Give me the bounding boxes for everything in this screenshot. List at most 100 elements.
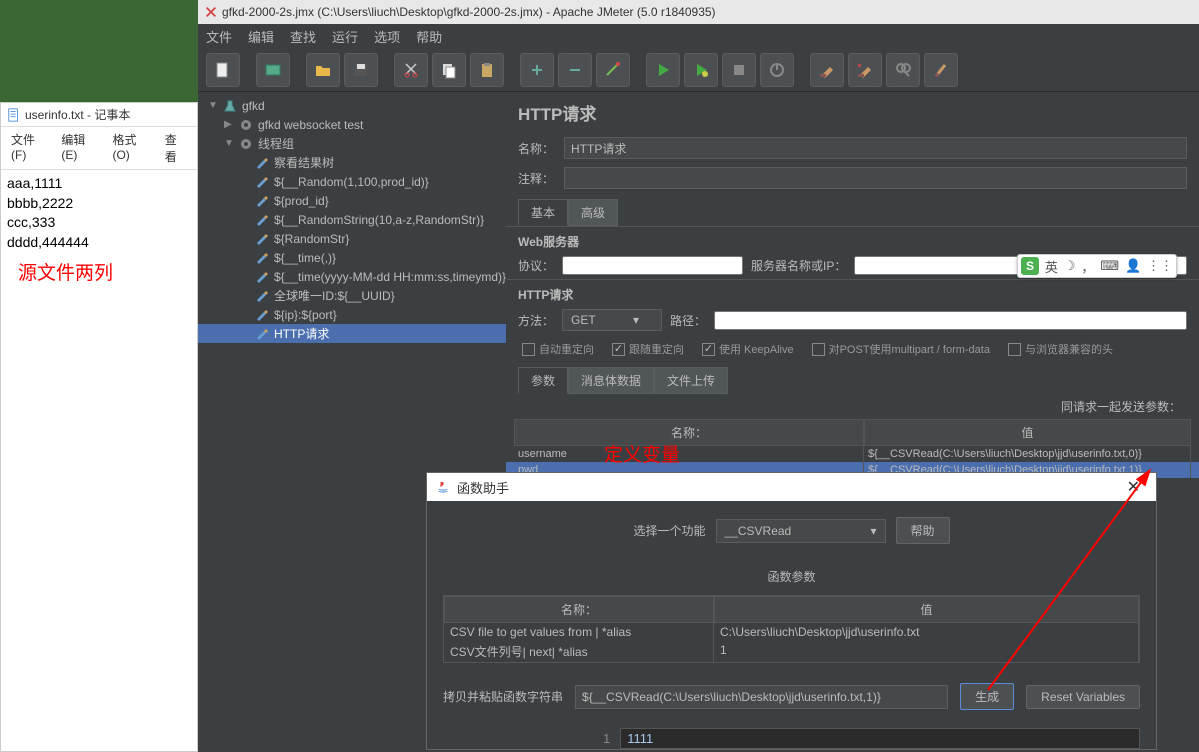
- protocol-label: 协议：: [518, 257, 554, 274]
- file-line: bbbb,2222: [7, 194, 191, 214]
- toolbar-new[interactable]: [206, 53, 240, 87]
- notepad-menu-edit[interactable]: 编辑(E): [55, 129, 104, 167]
- ime-moon-icon[interactable]: ☽: [1064, 258, 1076, 274]
- send-with-label: 同请求一起发送参数：: [506, 394, 1199, 419]
- tab-params[interactable]: 参数: [518, 367, 568, 394]
- name-input[interactable]: [564, 137, 1187, 159]
- toolbar-function[interactable]: [924, 53, 958, 87]
- dlg-th-value: 值: [714, 596, 1139, 623]
- jmeter-title-text: gfkd-2000-2s.jmx (C:\Users\liuch\Desktop…: [222, 5, 716, 19]
- method-select[interactable]: GET▾: [562, 309, 662, 331]
- toolbar-save[interactable]: [344, 53, 378, 87]
- chk-browser-header[interactable]: [1008, 343, 1021, 356]
- server-label: 服务器名称或IP：: [751, 257, 846, 274]
- menu-file[interactable]: 文件: [206, 27, 232, 46]
- ime-punct-icon[interactable]: ，: [1081, 257, 1094, 276]
- web-server-section: Web服务器: [506, 226, 1199, 252]
- toolbar-copy[interactable]: [432, 53, 466, 87]
- chk-multipart[interactable]: [812, 343, 825, 356]
- reset-button[interactable]: Reset Variables: [1026, 685, 1140, 709]
- notepad-menu-view[interactable]: 查看: [159, 129, 193, 167]
- path-input[interactable]: [714, 311, 1187, 330]
- method-label: 方法：: [518, 312, 554, 329]
- result-value: 1111: [620, 728, 1140, 749]
- tree-item[interactable]: ${__RandomString(10,a-z,RandomStr)}: [198, 210, 506, 229]
- name-label: 名称：: [518, 140, 554, 157]
- dlg-param-name[interactable]: CSV file to get values from | *alias: [444, 623, 714, 641]
- chk-auto-redirect[interactable]: [522, 343, 535, 356]
- ime-logo-icon[interactable]: S: [1021, 257, 1039, 275]
- toolbar-expand[interactable]: [520, 53, 554, 87]
- tree-item[interactable]: ${RandomStr}: [198, 229, 506, 248]
- java-icon: [435, 479, 451, 495]
- toolbar-cut[interactable]: [394, 53, 428, 87]
- toolbar-toggle[interactable]: [596, 53, 630, 87]
- tree-item[interactable]: ▼线程组: [198, 134, 506, 153]
- http-req-section: HTTP请求: [506, 279, 1199, 305]
- annotation-source-cols: 源文件两列: [18, 258, 113, 285]
- annotation-define-var: 定义变量: [604, 440, 680, 467]
- dlg-param-value[interactable]: C:\Users\liuch\Desktop\jjd\userinfo.txt: [714, 623, 1139, 641]
- menu-run[interactable]: 运行: [332, 27, 358, 46]
- tab-upload[interactable]: 文件上传: [654, 367, 728, 394]
- dlg-param-name[interactable]: CSV文件列号| next| *alias: [444, 641, 714, 662]
- comment-input[interactable]: [564, 167, 1187, 189]
- function-string-input[interactable]: [575, 685, 948, 709]
- tree-item[interactable]: 察看结果树: [198, 153, 506, 172]
- toolbar-clear[interactable]: [810, 53, 844, 87]
- notepad-menu-file[interactable]: 文件(F): [5, 129, 53, 167]
- toolbar-search[interactable]: [886, 53, 920, 87]
- function-select[interactable]: __CSVRead▾: [716, 519, 886, 543]
- ime-menu-icon[interactable]: ⋮⋮: [1147, 258, 1173, 274]
- tree-item[interactable]: ${__time(,)}: [198, 248, 506, 267]
- tree-item[interactable]: 全球唯一ID:${__UUID}: [198, 286, 506, 305]
- dlg-param-value[interactable]: 1: [714, 641, 1139, 662]
- tab-basic[interactable]: 基本: [518, 199, 568, 226]
- tree-item[interactable]: ▼gfkd: [198, 96, 506, 115]
- chk-follow-redirect[interactable]: [612, 343, 625, 356]
- tab-body[interactable]: 消息体数据: [568, 367, 654, 394]
- param-name-cell[interactable]: username: [514, 446, 864, 462]
- tree-item[interactable]: ${__time(yyyy-MM-dd HH:mm:ss,timeymd)}: [198, 267, 506, 286]
- toolbar-open[interactable]: [306, 53, 340, 87]
- tree-item[interactable]: ${ip}:${port}: [198, 305, 506, 324]
- notepad-window: userinfo.txt - 记事本 文件(F) 编辑(E) 格式(O) 查看 …: [0, 102, 198, 752]
- dialog-close-button[interactable]: ✕: [1119, 477, 1148, 497]
- select-function-label: 选择一个功能: [633, 522, 705, 539]
- notepad-menu: 文件(F) 编辑(E) 格式(O) 查看: [1, 127, 197, 170]
- tab-advanced[interactable]: 高级: [568, 199, 618, 226]
- param-value-cell[interactable]: ${__CSVRead(C:\Users\liuch\Desktop\jjd\u…: [864, 446, 1191, 462]
- generate-button[interactable]: 生成: [960, 683, 1014, 710]
- tree-item[interactable]: ${__Random(1,100,prod_id)}: [198, 172, 506, 191]
- toolbar-stop[interactable]: [722, 53, 756, 87]
- chk-keepalive[interactable]: [702, 343, 715, 356]
- toolbar-start[interactable]: [646, 53, 680, 87]
- dialog-titlebar[interactable]: 函数助手 ✕: [427, 473, 1156, 501]
- toolbar-clear-all[interactable]: [848, 53, 882, 87]
- toolbar-templates[interactable]: [256, 53, 290, 87]
- tree-item[interactable]: ${prod_id}: [198, 191, 506, 210]
- menu-search[interactable]: 查找: [290, 27, 316, 46]
- toolbar-collapse[interactable]: [558, 53, 592, 87]
- ime-person-icon[interactable]: 👤: [1125, 258, 1141, 274]
- params-title: 函数参数: [443, 554, 1140, 585]
- ime-keyboard-icon[interactable]: ⌨: [1100, 258, 1119, 274]
- menu-edit[interactable]: 编辑: [248, 27, 274, 46]
- toolbar-start-no-timer[interactable]: [684, 53, 718, 87]
- ime-lang[interactable]: 英: [1045, 257, 1058, 276]
- toolbar-paste[interactable]: [470, 53, 504, 87]
- jmeter-app-icon: [204, 5, 218, 19]
- protocol-input[interactable]: [562, 256, 743, 275]
- ime-floating-bar[interactable]: S 英 ☽ ， ⌨ 👤 ⋮⋮: [1017, 254, 1177, 278]
- menu-help[interactable]: 帮助: [416, 27, 442, 46]
- tree-item[interactable]: HTTP请求: [198, 324, 506, 343]
- file-line: aaa,1111: [7, 174, 191, 194]
- help-button[interactable]: 帮助: [896, 517, 950, 544]
- toolbar-shutdown[interactable]: [760, 53, 794, 87]
- file-line: ccc,333: [7, 213, 191, 233]
- path-label: 路径：: [670, 312, 706, 329]
- tree-item[interactable]: ▶gfkd websocket test: [198, 115, 506, 134]
- notepad-content[interactable]: aaa,1111 bbbb,2222 ccc,333 dddd,444444: [1, 170, 197, 256]
- menu-options[interactable]: 选项: [374, 27, 400, 46]
- notepad-menu-format[interactable]: 格式(O): [106, 129, 156, 167]
